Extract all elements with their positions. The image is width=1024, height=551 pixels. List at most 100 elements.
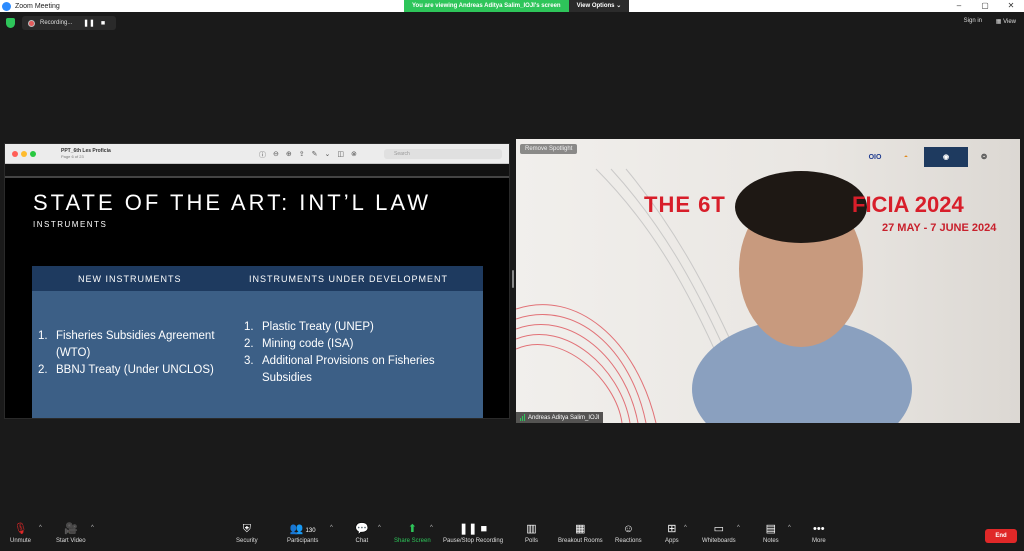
security-button[interactable]: ⛨ Security bbox=[236, 522, 258, 544]
window-titlebar: Zoom Meeting You are viewing Andreas Adi… bbox=[0, 0, 1024, 12]
security-label: Security bbox=[236, 538, 258, 544]
security-shield-icon: ⛨ bbox=[242, 523, 251, 535]
zoom-logo-icon bbox=[2, 1, 11, 11]
apps-icon: ⊞ bbox=[667, 523, 677, 535]
view-options-label: View Options bbox=[576, 3, 615, 9]
list-item: 2. BBNJ Treaty (Under UNCLOS) bbox=[38, 362, 236, 379]
end-meeting-button[interactable]: End bbox=[985, 529, 1017, 543]
viewing-message: You are viewing Andreas Aditya Salim_IOJ… bbox=[404, 0, 569, 12]
list-item-text: Plastic Treaty (UNEP) bbox=[262, 321, 374, 333]
list-item-text: Fisheries Subsidies Agreement (WTO) bbox=[56, 330, 215, 359]
pause-recording-button[interactable]: ❚❚ bbox=[82, 19, 96, 27]
info-icon: ⓘ bbox=[259, 152, 266, 159]
list-item: 3. Additional Provisions on Fisheries Sub… bbox=[244, 353, 474, 387]
stop-recording-button[interactable]: ■ bbox=[96, 20, 110, 27]
share-screen-label: Share Screen bbox=[394, 538, 431, 544]
red-wave-graphic bbox=[516, 168, 912, 423]
remove-spotlight-button[interactable]: Remove Spotlight bbox=[520, 144, 578, 154]
polls-icon: ▥ bbox=[526, 523, 537, 535]
sun-logo-icon: ◓ bbox=[903, 153, 909, 161]
breakout-rooms-button[interactable]: ▦ Breakout Rooms bbox=[558, 522, 603, 544]
more-label: More bbox=[812, 538, 826, 544]
microphone-muted-icon: 🎙 bbox=[13, 523, 28, 535]
list-item-number: 1. bbox=[244, 321, 254, 333]
recording-label: Recording... bbox=[40, 20, 73, 26]
close-window-button[interactable]: ✕ bbox=[998, 0, 1024, 12]
shared-screen: PPT_6th Les Proficia Page 6 of 23 ⓘ ⊖ ⊕ … bbox=[4, 143, 510, 419]
whiteboards-button[interactable]: ▭ Whiteboards bbox=[702, 522, 736, 544]
pause-stop-recording-label: Pause/Stop Recording bbox=[443, 538, 504, 544]
view-options-button[interactable]: View Options ⌄ bbox=[568, 0, 630, 12]
start-video-button[interactable]: 🎥 Start Video bbox=[56, 522, 86, 544]
share-screen-button[interactable]: ⬆ Share Screen bbox=[394, 522, 431, 544]
more-button[interactable]: ••• More bbox=[812, 522, 826, 544]
polls-label: Polls bbox=[525, 538, 539, 544]
chevron-down-icon: ⌄ bbox=[616, 3, 622, 9]
list-item-number: 2. bbox=[244, 338, 254, 350]
maximize-button[interactable]: ▢ bbox=[972, 0, 998, 12]
banner-text-left: THE 6T bbox=[644, 192, 726, 217]
participant-name: Andreas Aditya Salim_IOJI bbox=[528, 414, 600, 421]
minimize-dot-icon bbox=[21, 151, 27, 157]
slide-subtitle: INSTRUMENTS bbox=[33, 220, 108, 229]
preview-search-field: Search bbox=[384, 149, 502, 159]
audio-options-caret-icon[interactable]: ^ bbox=[39, 525, 42, 531]
zoom-dot-icon bbox=[30, 151, 36, 157]
unmute-button[interactable]: 🎙 Unmute bbox=[10, 522, 31, 544]
apps-caret-icon[interactable]: ^ bbox=[684, 525, 687, 531]
list-item-number: 3. bbox=[244, 355, 254, 367]
participant-name-tag: Andreas Aditya Salim_IOJI bbox=[516, 412, 604, 423]
view-label: View bbox=[1003, 19, 1016, 25]
breakout-rooms-icon: ▦ bbox=[575, 523, 586, 535]
share-caret-icon[interactable]: ^ bbox=[430, 525, 433, 531]
whiteboards-caret-icon[interactable]: ^ bbox=[737, 525, 740, 531]
record-dot-icon bbox=[28, 19, 35, 27]
event-dates: 27 MAY - 7 JUNE 2024 bbox=[882, 222, 997, 234]
chat-bubble-icon: 💬 bbox=[355, 523, 369, 535]
pause-stop-icon: ❚❚ ■ bbox=[458, 523, 488, 535]
notes-button[interactable]: ▤ Notes bbox=[763, 522, 779, 544]
notes-caret-icon[interactable]: ^ bbox=[788, 525, 791, 531]
markup-pen-icon: ✎ bbox=[311, 151, 318, 158]
slide-title: STATE OF THE ART: INT’L LAW bbox=[33, 190, 432, 215]
polls-button[interactable]: ▥ Polls bbox=[525, 522, 538, 544]
zoom-in-icon: ⊕ bbox=[285, 151, 292, 158]
list-item-text: Mining code (ISA) bbox=[262, 338, 354, 350]
reactions-button[interactable]: ☺ Reactions bbox=[615, 522, 642, 544]
view-button[interactable]: ▦ View bbox=[996, 18, 1016, 25]
participants-caret-icon[interactable]: ^ bbox=[330, 525, 333, 531]
participants-button[interactable]: 👥 130 Participants bbox=[287, 522, 318, 544]
chat-caret-icon[interactable]: ^ bbox=[378, 525, 381, 531]
pause-stop-recording-button[interactable]: ❚❚ ■ Pause/Stop Recording bbox=[443, 522, 503, 544]
split-view-handle[interactable] bbox=[512, 270, 514, 288]
list-item-text: Additional Provisions on Fisheries Subsi… bbox=[262, 355, 435, 384]
meeting-topbar: Recording... ❚❚ ■ bbox=[0, 12, 1024, 34]
preview-tools: ⓘ ⊖ ⊕ ⇪ ✎ ⌄ ◫ ⊗ bbox=[259, 150, 357, 160]
slide-table: NEW INSTRUMENTS INSTRUMENTS UNDER DEVELO… bbox=[32, 266, 483, 418]
apps-button[interactable]: ⊞ Apps bbox=[665, 522, 679, 544]
chat-label: Chat bbox=[355, 538, 369, 544]
seal-logo-icon: ❂ bbox=[981, 154, 987, 161]
list-item-number: 1. bbox=[38, 330, 48, 342]
video-off-icon: 🎥 bbox=[63, 523, 78, 535]
institution-logo-icon: ◉ bbox=[924, 147, 968, 167]
shield-icon[interactable] bbox=[6, 18, 15, 28]
participant-video: THE 6T FICIA 2024 27 MAY - 7 JUNE 2024 O… bbox=[516, 139, 1020, 423]
sign-in-button[interactable]: Sign in bbox=[964, 18, 982, 24]
video-options-caret-icon[interactable]: ^ bbox=[91, 525, 94, 531]
share-icon: ⇪ bbox=[298, 151, 305, 158]
minimize-button[interactable]: – bbox=[946, 0, 972, 12]
list-item: 1. Fisheries Subsidies Agreement (WTO) bbox=[38, 328, 236, 362]
col1-header: NEW INSTRUMENTS bbox=[78, 274, 182, 284]
col2-header: INSTRUMENTS UNDER DEVELOPMENT bbox=[249, 274, 449, 284]
slide-table-header: NEW INSTRUMENTS INSTRUMENTS UNDER DEVELO… bbox=[32, 266, 483, 291]
connection-signal-icon bbox=[520, 414, 525, 421]
more-icon: ••• bbox=[813, 523, 825, 535]
breakout-rooms-label: Breakout Rooms bbox=[558, 538, 603, 544]
participants-icon: 👥 130 bbox=[289, 523, 316, 535]
presentation-slide: STATE OF THE ART: INT’L LAW INSTRUMENTS … bbox=[5, 180, 509, 418]
unmute-label: Unmute bbox=[10, 538, 32, 544]
list-item: 1. Plastic Treaty (UNEP) bbox=[244, 319, 474, 336]
reactions-icon: ☺ bbox=[622, 523, 634, 535]
chat-button[interactable]: 💬 Chat bbox=[355, 522, 369, 544]
